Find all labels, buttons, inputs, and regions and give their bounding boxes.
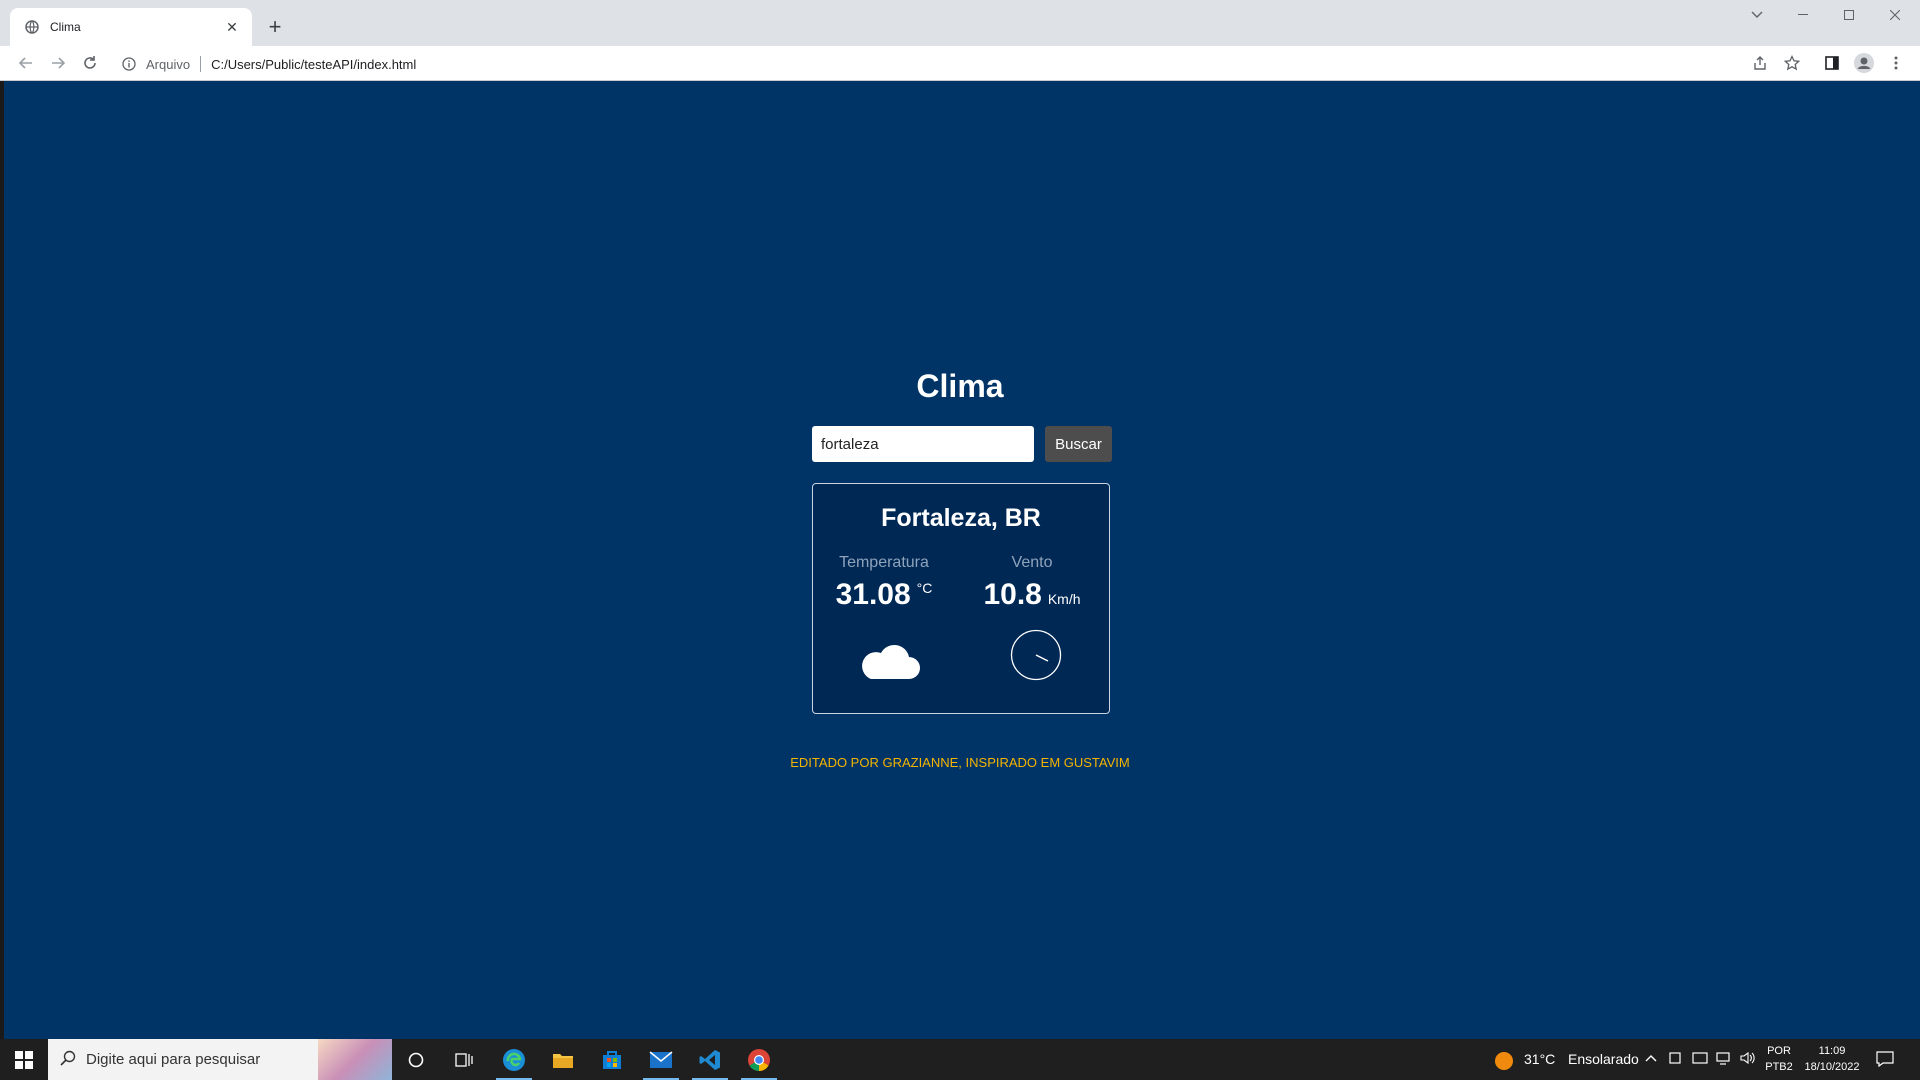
clock-date: 18/10/2022 [1804, 1061, 1860, 1073]
sun-weather-icon[interactable] [1494, 1051, 1514, 1076]
temperature-block: Temperatura 31.08 °C [814, 554, 954, 612]
side-panel-icon[interactable] [1820, 51, 1844, 75]
app-title: Clima [916, 368, 1004, 404]
taskbar-weather-temp[interactable]: 31°C [1524, 1051, 1555, 1067]
forward-arrow-icon[interactable] [46, 51, 70, 75]
language-top: POR [1767, 1045, 1791, 1057]
language-indicator[interactable]: POR PTB2 [1762, 1043, 1796, 1075]
address-url: C:/Users/Public/testeAPI/index.html [211, 56, 417, 72]
address-scheme-label: Arquivo [146, 56, 191, 72]
maximize-window-button[interactable] [1826, 0, 1872, 30]
mail-icon[interactable] [637, 1039, 685, 1080]
city-search-form: Buscar [812, 426, 1112, 464]
windows-start-icon[interactable] [0, 1039, 48, 1080]
notification-center-icon[interactable] [1876, 1051, 1894, 1072]
browser-toolbar: Arquivo C:/Users/Public/testeAPI/index.h… [0, 46, 1920, 80]
tray-chevron-up-icon[interactable] [1644, 1051, 1658, 1070]
browser-menu-icon[interactable] [1884, 51, 1908, 75]
browser-window-chrome: Clima ✕ + Arquivo C:/Users/Public/testeA… [0, 0, 1920, 81]
wind-value: 10.8 [983, 578, 1042, 611]
wind-value-row: 10.8 Km/h [962, 578, 1102, 612]
microsoft-store-icon[interactable] [588, 1039, 636, 1080]
wind-label: Vento [1011, 554, 1053, 571]
tab-strip: Clima ✕ + [0, 0, 1920, 46]
wind-compass-icon [1010, 629, 1062, 686]
temperature-value-row: 31.08 °C [814, 578, 954, 612]
wind-unit: Km/h [1047, 591, 1081, 607]
windows-taskbar: Digite aqui para pesquisar 31°C Ensolara… [0, 1039, 1920, 1080]
taskbar-search-placeholder: Digite aqui para pesquisar [86, 1051, 261, 1068]
tab-title: Clima [50, 20, 81, 34]
address-separator [200, 56, 202, 72]
file-explorer-icon[interactable] [539, 1039, 587, 1080]
meet-now-icon[interactable] [1668, 1051, 1682, 1070]
address-bar[interactable]: Arquivo C:/Users/Public/testeAPI/index.h… [112, 50, 1752, 78]
clock[interactable]: 11:09 18/10/2022 [1800, 1043, 1864, 1075]
tab-search-chevron-icon[interactable] [1734, 0, 1780, 30]
info-icon[interactable] [122, 57, 136, 71]
city-search-input[interactable] [812, 426, 1034, 462]
wind-block: Vento 10.8 Km/h [962, 554, 1102, 612]
clock-time: 11:09 [1818, 1045, 1846, 1057]
search-icon [60, 1050, 76, 1070]
temperature-unit: °C [916, 580, 933, 596]
edge-browser-icon[interactable] [490, 1039, 538, 1080]
vscode-icon[interactable] [686, 1039, 734, 1080]
reload-icon[interactable] [78, 51, 102, 75]
cloud-icon [857, 639, 921, 688]
city-name: Fortaleza, BR [881, 504, 1041, 532]
weather-card: Fortaleza, BR Temperatura 31.08 °C Vento … [812, 483, 1110, 714]
taskbar-search-box[interactable]: Digite aqui para pesquisar [48, 1039, 392, 1080]
language-bottom: PTB2 [1765, 1061, 1793, 1073]
close-tab-icon[interactable]: ✕ [222, 17, 242, 37]
minimize-window-button[interactable] [1780, 0, 1826, 30]
search-highlight-image [318, 1039, 392, 1080]
temperature-value: 31.08 [835, 578, 911, 611]
globe-icon [24, 19, 40, 35]
window-left-edge [0, 81, 4, 1039]
profile-avatar-icon[interactable] [1852, 51, 1876, 75]
browser-tab-clima[interactable]: Clima ✕ [10, 8, 252, 46]
back-arrow-icon[interactable] [14, 51, 38, 75]
close-window-button[interactable] [1872, 0, 1918, 30]
credit-text: EDITADO POR GRAZIANNE, INSPIRADO EM GUST… [790, 755, 1130, 770]
cortana-icon[interactable] [392, 1039, 440, 1080]
network-icon[interactable] [1716, 1051, 1732, 1070]
share-icon[interactable] [1748, 51, 1772, 75]
security-icon[interactable] [1692, 1051, 1708, 1070]
new-tab-button[interactable]: + [262, 14, 288, 40]
taskbar-weather-desc[interactable]: Ensolarado [1568, 1051, 1639, 1067]
search-button[interactable]: Buscar [1045, 426, 1112, 462]
task-view-icon[interactable] [440, 1039, 488, 1080]
volume-icon[interactable] [1740, 1051, 1756, 1070]
bookmark-star-icon[interactable] [1780, 51, 1804, 75]
chrome-icon[interactable] [735, 1039, 783, 1080]
temperature-label: Temperatura [839, 554, 929, 571]
